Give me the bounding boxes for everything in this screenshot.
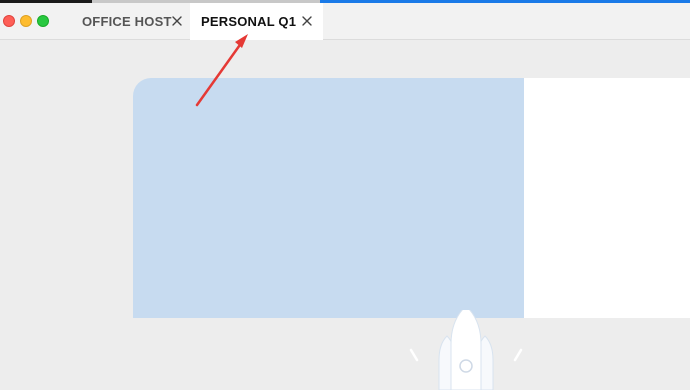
tab-label: PERSONAL Q1	[201, 14, 297, 29]
tab-bar: OFFICE HOST PERSONAL Q1	[0, 3, 690, 40]
rocket-icon	[409, 310, 523, 390]
tab-close-icon[interactable]	[301, 15, 313, 27]
tab-personal-q1[interactable]: PERSONAL Q1	[190, 3, 323, 40]
window-close-button[interactable]	[3, 15, 15, 27]
tab-office-host[interactable]: OFFICE HOST	[70, 3, 192, 40]
window-minimize-button[interactable]	[20, 15, 32, 27]
main-content	[0, 41, 690, 390]
illustration-panel	[133, 78, 524, 390]
tab-label: OFFICE HOST	[82, 14, 172, 29]
window-maximize-button[interactable]	[37, 15, 49, 27]
content-panel	[524, 78, 690, 318]
tab-close-icon[interactable]	[171, 15, 183, 27]
